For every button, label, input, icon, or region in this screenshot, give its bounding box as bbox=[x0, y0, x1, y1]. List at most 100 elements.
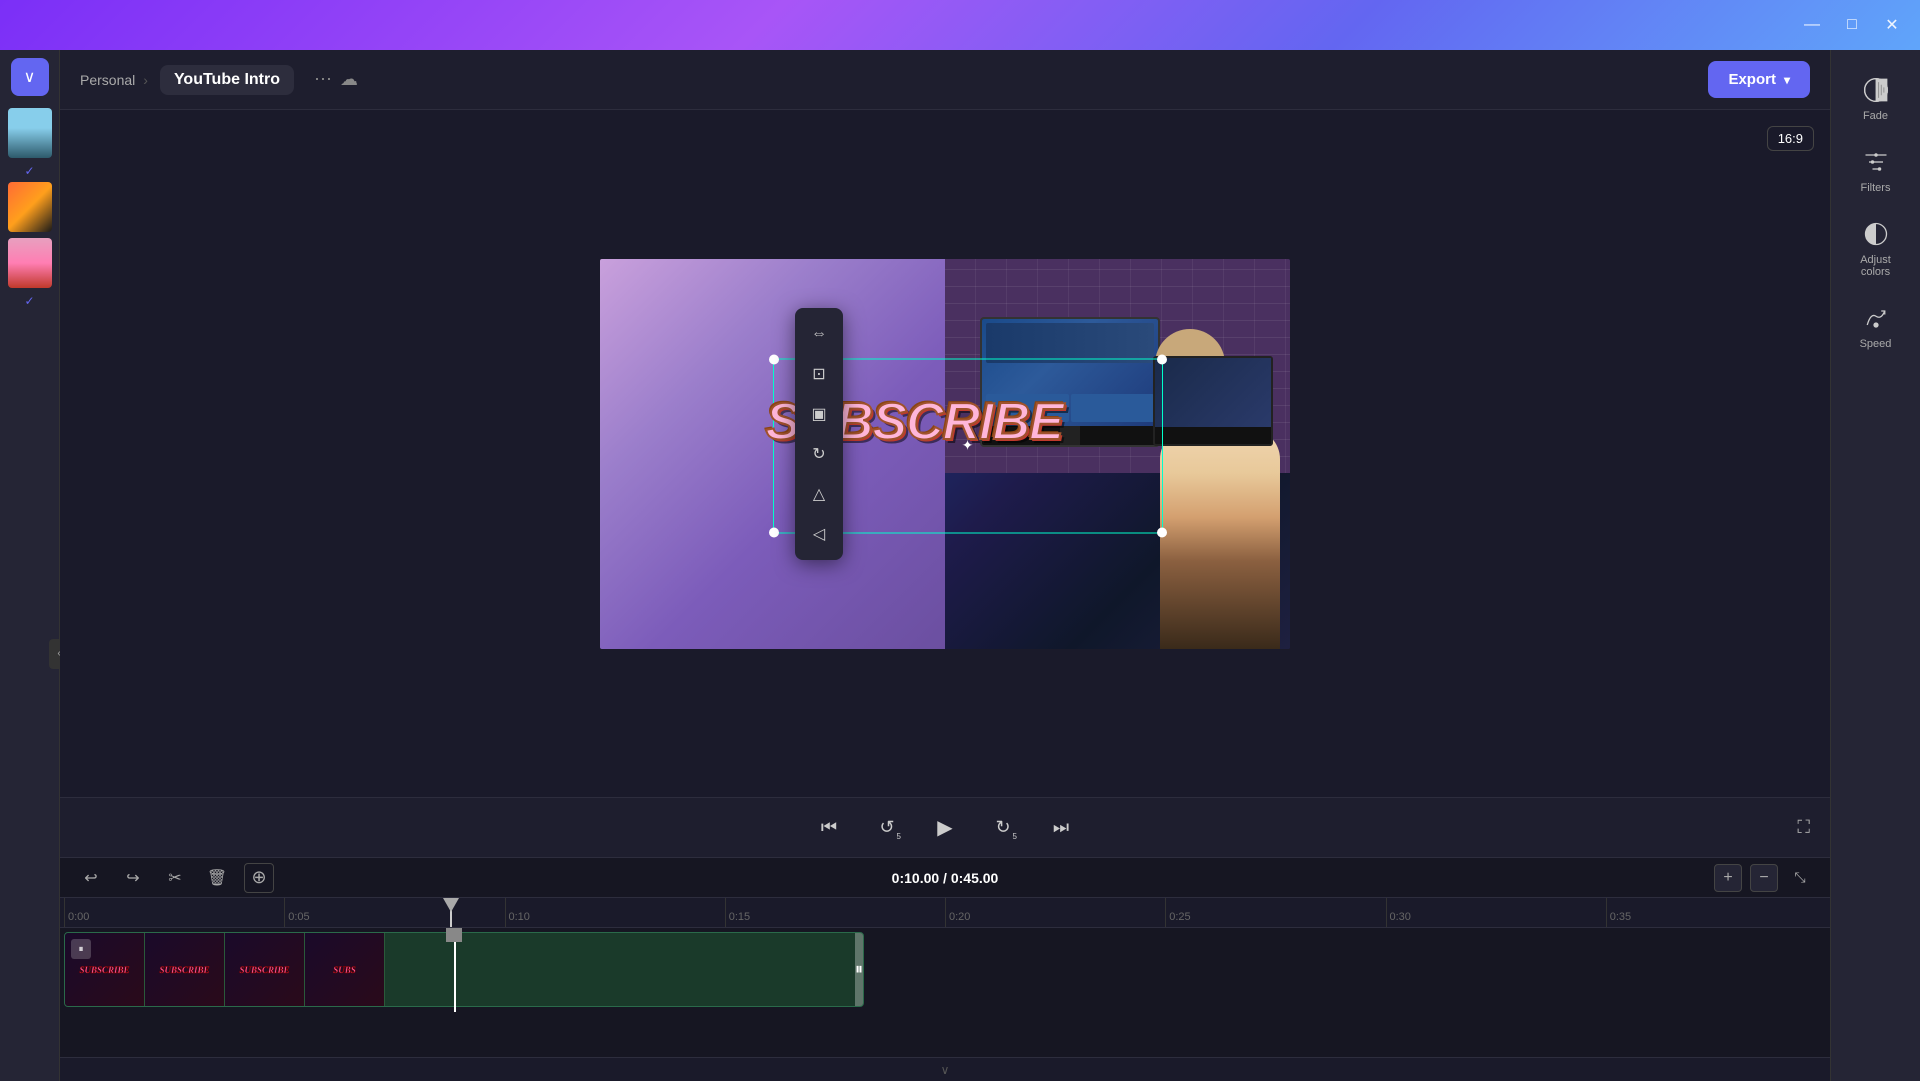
skip-back-button[interactable]: ⏮ bbox=[810, 809, 848, 847]
ruler-mark-4: 0:20 bbox=[945, 898, 1165, 927]
timeline-time-display: 0:10.00 / 0:45.00 bbox=[892, 870, 999, 886]
timeline-section: ↩ ↪ ✂ 🗑 ⊕ 0:10.00 / 0:45.00 + − ⤡ bbox=[60, 857, 1830, 1057]
panel-toggle-button[interactable]: ∨ bbox=[11, 58, 49, 96]
left-panel: ∨ ✓ ✓ ‹ bbox=[0, 50, 60, 1081]
right-tool-adjust-colors[interactable]: Adjust colors bbox=[1846, 210, 1906, 286]
ruler-marks: 0:00 0:05 0:10 0:15 0:20 0:25 0:30 0:35 bbox=[64, 898, 1826, 927]
forward-label: 5 bbox=[1013, 832, 1017, 841]
delete-button[interactable]: 🗑 bbox=[202, 863, 232, 893]
clip-track: ⏸ SUBSCRIBE SUBSCRIBE SUBSCRIBE bbox=[64, 932, 1826, 1012]
title-bar: — □ ✕ bbox=[0, 0, 1920, 50]
export-button[interactable]: Export ▾ bbox=[1708, 61, 1810, 98]
playback-controls: ⏮ ↺ 5 ▶ ↻ 5 ⏭ ⛶ bbox=[60, 797, 1830, 857]
clip-end-handle[interactable]: ⏸ bbox=[855, 933, 863, 1006]
export-label: Export bbox=[1728, 71, 1776, 88]
selection-handle-bottom-left[interactable] bbox=[769, 527, 779, 537]
cloud-icon[interactable]: ☁ bbox=[340, 69, 358, 90]
forward-5-button[interactable]: ↻ 5 bbox=[984, 809, 1022, 847]
timeline-playhead-line bbox=[454, 932, 456, 1012]
collapse-icon: ∨ bbox=[941, 1063, 950, 1077]
clip-thumb-4: SUBS bbox=[305, 933, 385, 1006]
play-button[interactable]: ▶ bbox=[926, 809, 964, 847]
right-tool-filters[interactable]: Filters bbox=[1846, 138, 1906, 202]
speed-icon bbox=[1860, 302, 1892, 334]
video-canvas: SUBSCRIBE ✦ ⇔ ⊡ ▣ ↻ △ bbox=[600, 259, 1290, 649]
zoom-in-button[interactable]: + bbox=[1714, 864, 1742, 892]
fade-icon bbox=[1860, 74, 1892, 106]
media-thumb-1[interactable] bbox=[8, 108, 52, 158]
clip-spacer bbox=[385, 933, 863, 1006]
adjust-colors-label: Adjust colors bbox=[1846, 254, 1906, 278]
thumb3-check: ✓ bbox=[24, 294, 34, 308]
total-time: 0:45.00 bbox=[951, 870, 998, 886]
monitor-thumb-main bbox=[986, 323, 1154, 363]
ctx-preview-button[interactable]: ▣ bbox=[801, 396, 837, 432]
time-separator: / bbox=[943, 870, 947, 886]
zoom-out-button[interactable]: − bbox=[1750, 864, 1778, 892]
ctx-resize-button[interactable]: ⇔ bbox=[801, 316, 837, 352]
clip-thumb-2: SUBSCRIBE bbox=[145, 933, 225, 1006]
top-bar: Personal › YouTube Intro ⋯ ☁ Export ▾ bbox=[60, 50, 1830, 110]
media-thumb-3[interactable] bbox=[8, 238, 52, 288]
ruler-mark-3: 0:15 bbox=[725, 898, 945, 927]
filters-icon bbox=[1860, 146, 1892, 178]
minimize-button[interactable]: — bbox=[1800, 13, 1824, 37]
current-time: 0:10.00 bbox=[892, 870, 939, 886]
media-thumb-2[interactable] bbox=[8, 182, 52, 232]
adjust-colors-icon bbox=[1860, 218, 1892, 250]
collapse-timeline-button[interactable]: ⤡ bbox=[1786, 864, 1814, 892]
clip-pause-button[interactable]: ⏸ bbox=[71, 939, 91, 959]
collapse-timeline-bar[interactable]: ∨ bbox=[60, 1057, 1830, 1081]
right-panel: Fade Filters bbox=[1830, 50, 1920, 1081]
ruler-mark-6: 0:30 bbox=[1386, 898, 1606, 927]
speed-label: Speed bbox=[1860, 338, 1892, 350]
filters-label: Filters bbox=[1861, 182, 1891, 194]
selection-handle-bottom-right[interactable] bbox=[1157, 527, 1167, 537]
breadcrumb-separator: › bbox=[143, 72, 148, 88]
ctx-rotate-button[interactable]: ↻ bbox=[801, 436, 837, 472]
selection-handle-top-right[interactable] bbox=[1157, 354, 1167, 364]
ruler-playhead bbox=[450, 898, 452, 927]
project-name[interactable]: YouTube Intro bbox=[160, 65, 294, 95]
ruler-mark-7: 0:35 bbox=[1606, 898, 1826, 927]
person-body bbox=[1160, 429, 1280, 649]
clip-thumb-3: SUBSCRIBE bbox=[225, 933, 305, 1006]
app-container: ∨ ✓ ✓ ‹ Personal › YouTube Intro ⋯ ☁ bbox=[0, 50, 1920, 1081]
context-toolbar: ⇔ ⊡ ▣ ↻ △ ◁ bbox=[795, 308, 843, 560]
ctx-crop-button[interactable]: ⊡ bbox=[801, 356, 837, 392]
canvas-area: 16:9 bbox=[60, 110, 1830, 797]
cut-button[interactable]: ✂ bbox=[160, 863, 190, 893]
fullscreen-button[interactable]: ⛶ bbox=[1797, 817, 1810, 838]
breadcrumb: Personal › bbox=[80, 72, 148, 88]
second-monitor bbox=[1153, 356, 1273, 446]
breadcrumb-personal[interactable]: Personal bbox=[80, 72, 135, 88]
ruler-mark-2: 0:10 bbox=[505, 898, 725, 927]
right-tool-fade[interactable]: Fade bbox=[1846, 66, 1906, 130]
redo-button[interactable]: ↪ bbox=[118, 863, 148, 893]
rewind-5-button[interactable]: ↺ 5 bbox=[868, 809, 906, 847]
ctx-reflect-v-button[interactable]: △ bbox=[801, 476, 837, 512]
timeline-zoom-controls: + − ⤡ bbox=[1714, 864, 1814, 892]
selection-handle-top-left[interactable] bbox=[769, 354, 779, 364]
timeline-ruler: 0:00 0:05 0:10 0:15 0:20 0:25 0:30 0:35 bbox=[60, 898, 1830, 928]
ctx-reflect-h-button[interactable]: ◁ bbox=[801, 516, 837, 552]
right-tool-speed[interactable]: Speed bbox=[1846, 294, 1906, 358]
maximize-button[interactable]: □ bbox=[1840, 13, 1864, 37]
ruler-mark-0: 0:00 bbox=[64, 898, 284, 927]
video-clip[interactable]: ⏸ SUBSCRIBE SUBSCRIBE SUBSCRIBE bbox=[64, 932, 864, 1007]
ruler-mark-5: 0:25 bbox=[1165, 898, 1385, 927]
aspect-ratio-badge: 16:9 bbox=[1767, 126, 1814, 151]
ruler-mark-1: 0:05 bbox=[284, 898, 504, 927]
top-bar-actions: ⋯ ☁ bbox=[314, 69, 358, 90]
thumb1-check: ✓ bbox=[24, 164, 34, 178]
add-clip-button[interactable]: ⊕ bbox=[244, 863, 274, 893]
clip-area: ⏸ SUBSCRIBE SUBSCRIBE SUBSCRIBE bbox=[60, 928, 1830, 1057]
skip-forward-button[interactable]: ⏭ bbox=[1042, 809, 1080, 847]
timeline-playhead-marker[interactable] bbox=[446, 928, 462, 942]
rewind-label: 5 bbox=[897, 832, 901, 841]
more-options-icon[interactable]: ⋯ bbox=[314, 69, 332, 90]
close-button[interactable]: ✕ bbox=[1880, 13, 1904, 37]
undo-button[interactable]: ↩ bbox=[76, 863, 106, 893]
fade-label: Fade bbox=[1863, 110, 1888, 122]
center-area: Personal › YouTube Intro ⋯ ☁ Export ▾ 16… bbox=[60, 50, 1830, 1081]
